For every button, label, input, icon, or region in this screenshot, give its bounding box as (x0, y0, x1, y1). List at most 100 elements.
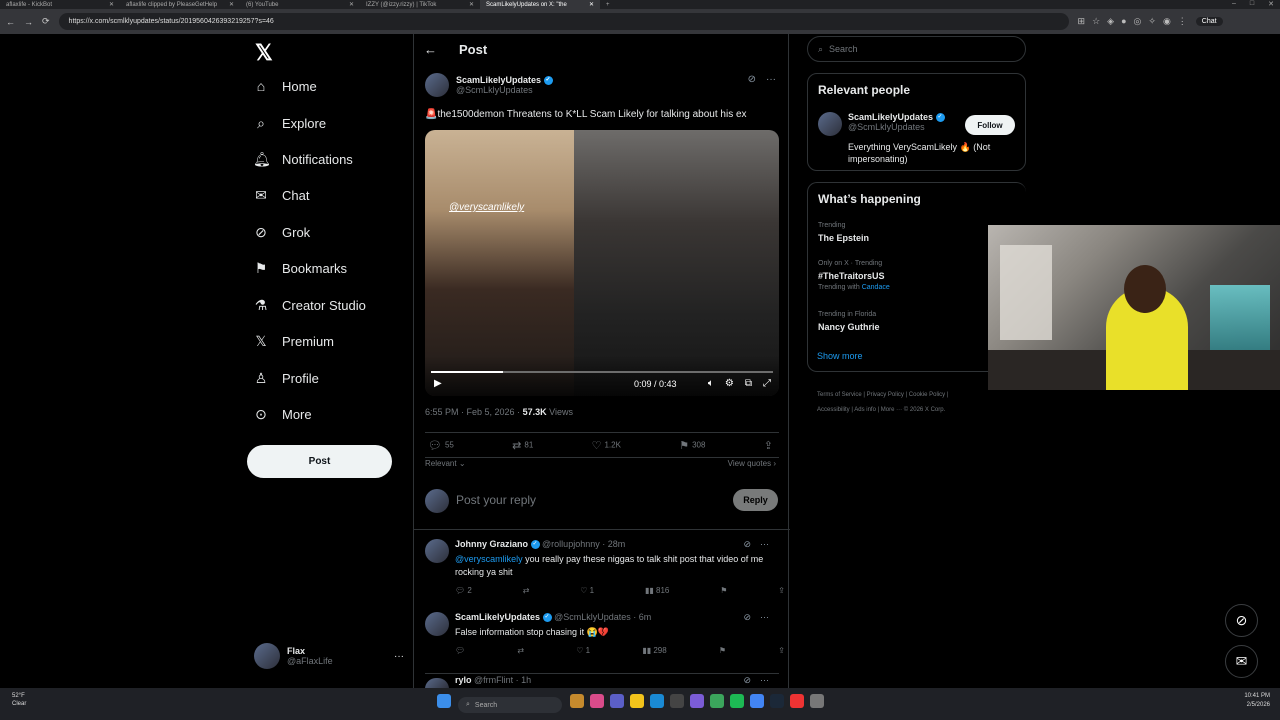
sidebar-item-chat[interactable]: ✉ Chat (253, 187, 309, 204)
volume-icon[interactable]: 🔈︎ (708, 378, 714, 389)
comment-handle[interactable]: @frmFlint · 1h (474, 675, 531, 685)
repost-action[interactable]: ⇄ (523, 586, 530, 595)
taskbar-search[interactable]: ⌕ Search (458, 697, 562, 713)
bookmark-action[interactable]: ⚑ (719, 646, 726, 655)
profile-icon[interactable]: ◉ (1163, 16, 1171, 27)
account-switcher[interactable]: Flax @aFlaxLife ··· (254, 643, 404, 669)
sidebar-item-home[interactable]: ⌂ Home (253, 78, 317, 94)
obs-icon[interactable] (790, 694, 804, 708)
grok-icon[interactable]: ⊘ (748, 74, 756, 85)
comment[interactable]: Johnny Graziano ✓ @rollupjohnny · 28m ⊘ ·… (425, 539, 785, 599)
maximize-icon[interactable]: □ (1250, 0, 1254, 8)
forward-icon[interactable]: → (24, 17, 33, 27)
trend-item[interactable]: Trending in Florida Nancy Guthrie (818, 309, 880, 333)
avatar[interactable] (425, 73, 449, 97)
comment[interactable]: rylo @frmFlint · 1h ⊘ ··· (425, 673, 779, 689)
author-name[interactable]: ScamLikelyUpdates (456, 75, 541, 85)
comment-author[interactable]: Johnny Graziano (455, 539, 528, 549)
post-author[interactable]: ScamLikelyUpdates ✓ @ScmLklyUpdates (425, 73, 553, 97)
views-action[interactable]: ▮▮ 816 (645, 586, 669, 595)
search-input[interactable]: ⌕ Search (807, 36, 1026, 62)
avatar[interactable] (818, 112, 842, 136)
sidebar-item-more[interactable]: ⊙ More (253, 406, 312, 423)
avatar[interactable] (425, 539, 449, 563)
back-arrow-icon[interactable]: ← (424, 42, 437, 57)
views-action[interactable]: ▮▮ 298 (642, 646, 666, 655)
chrome-icon[interactable] (750, 694, 764, 708)
app-icon[interactable] (810, 694, 824, 708)
app-icon[interactable] (570, 694, 584, 708)
spotify-icon[interactable] (730, 694, 744, 708)
comment-author[interactable]: rylo (455, 675, 472, 685)
person-info[interactable]: ScamLikelyUpdates ✓ @ScmLklyUpdates (848, 112, 945, 132)
translate-icon[interactable]: ⊞ (1078, 16, 1086, 27)
steam-icon[interactable] (770, 694, 784, 708)
post-button[interactable]: Post (247, 445, 392, 478)
sidebar-item-bookmarks[interactable]: ⚑ Bookmarks (253, 260, 347, 277)
like-action[interactable]: ♡ 1.2K (592, 439, 621, 452)
author-handle[interactable]: @ScmLklyUpdates (456, 85, 553, 95)
sidebar-item-creator-studio[interactable]: ⚗ Creator Studio (253, 297, 366, 314)
view-quotes-link[interactable]: View quotes › (728, 459, 776, 468)
app-icon[interactable] (590, 694, 604, 708)
app-icon[interactable] (710, 694, 724, 708)
play-icon[interactable]: ▶ (434, 378, 442, 389)
menu-icon[interactable]: ⋮ (1178, 16, 1187, 27)
more-icon[interactable]: ··· (766, 74, 776, 85)
settings-icon[interactable]: ⚙ (725, 378, 734, 389)
file-explorer-icon[interactable] (630, 694, 644, 708)
url-field[interactable]: https://x.com/scmlklyupdates/status/2019… (58, 13, 1069, 30)
extension-icon[interactable]: ● (1121, 16, 1126, 27)
fullscreen-icon[interactable]: ⤢ (763, 378, 771, 389)
browser-chat-button[interactable]: Chat (1195, 17, 1223, 26)
close-icon[interactable]: ✕ (469, 1, 474, 8)
extension-icon[interactable]: ◈ (1107, 16, 1114, 27)
reply-action[interactable]: 💬︎ 2 (455, 586, 472, 595)
bookmark-action[interactable]: ⚑ 308 (679, 439, 705, 452)
x-logo-icon[interactable]: 𝕏 (255, 40, 273, 66)
browser-tab[interactable]: aflaxlife - KickBot ✕ (0, 0, 120, 9)
reply-input[interactable]: Post your reply (456, 493, 536, 507)
picture-in-picture-icon[interactable]: ⧉ (745, 378, 752, 389)
sidebar-item-profile[interactable]: ♙ Profile (253, 370, 319, 387)
back-icon[interactable]: ← (6, 17, 15, 27)
reply-action[interactable]: 💬︎ (455, 646, 465, 655)
minimize-icon[interactable]: – (1232, 0, 1236, 8)
grok-fab-icon[interactable]: ⊘ (1225, 604, 1258, 637)
like-action[interactable]: ♡ 1 (576, 646, 590, 655)
post-timestamp[interactable]: 6:55 PM · Feb 5, 2026 · (425, 407, 520, 417)
trend-item[interactable]: Only on X · Trending #TheTraitorsUS Trendi… (818, 258, 890, 294)
trend-item[interactable]: Trending The Epstein (818, 220, 869, 244)
reload-icon[interactable]: ⟳ (42, 16, 50, 27)
footer-line[interactable]: Terms of Service | Privacy Policy | Cook… (817, 388, 1017, 403)
sidebar-item-notifications[interactable]: 🔔︎ Notifications (253, 151, 353, 168)
repost-action[interactable]: ⇄ 81 (512, 439, 533, 452)
sidebar-item-premium[interactable]: 𝕏 Premium (253, 333, 334, 350)
extension-icon[interactable]: ◎ (1134, 16, 1142, 27)
star-icon[interactable]: ☆ (1092, 16, 1100, 27)
close-icon[interactable]: ✕ (229, 1, 234, 8)
grok-icon[interactable]: ⊘ (743, 539, 751, 550)
video-player[interactable]: @veryscamlikely ▶ 0:09 / 0:43 🔈︎ ⚙ ⧉ ⤢ (425, 130, 779, 396)
share-action[interactable]: ⇪ (778, 646, 785, 655)
close-icon[interactable]: ✕ (589, 1, 594, 8)
comment-handle[interactable]: @rollupjohnny · 28m (542, 539, 625, 549)
browser-tab[interactable]: (6) YouTube ✕ (240, 0, 360, 9)
new-tab-button[interactable]: + (600, 0, 620, 9)
system-tray[interactable]: 10:41 PM 2/5/2026 (1244, 692, 1270, 710)
video-progress-bar[interactable] (431, 371, 773, 373)
chat-fab-icon[interactable]: ✉ (1225, 645, 1258, 678)
comment-handle[interactable]: @ScmLklyUpdates · 6m (554, 612, 651, 622)
close-icon[interactable]: ✕ (349, 1, 354, 8)
browser-tab-active[interactable]: ScamLikelyUpdates on X: "the ✕ (480, 0, 600, 9)
app-icon[interactable] (690, 694, 704, 708)
show-more-link[interactable]: Show more (817, 351, 863, 361)
browser-tab[interactable]: IZZY (@izzy.rizzy) | TikTok ✕ (360, 0, 480, 9)
close-window-icon[interactable]: ✕ (1268, 0, 1274, 8)
browser-tab[interactable]: aflaxlife clipped by PleaseGetHelp ✕ (120, 0, 240, 9)
like-action[interactable]: ♡ 1 (580, 586, 594, 595)
app-icon[interactable] (610, 694, 624, 708)
weather-widget[interactable]: 52°F Clear (12, 692, 26, 708)
extensions-icon[interactable]: ✧ (1148, 16, 1156, 27)
windows-start-icon[interactable] (437, 694, 451, 708)
